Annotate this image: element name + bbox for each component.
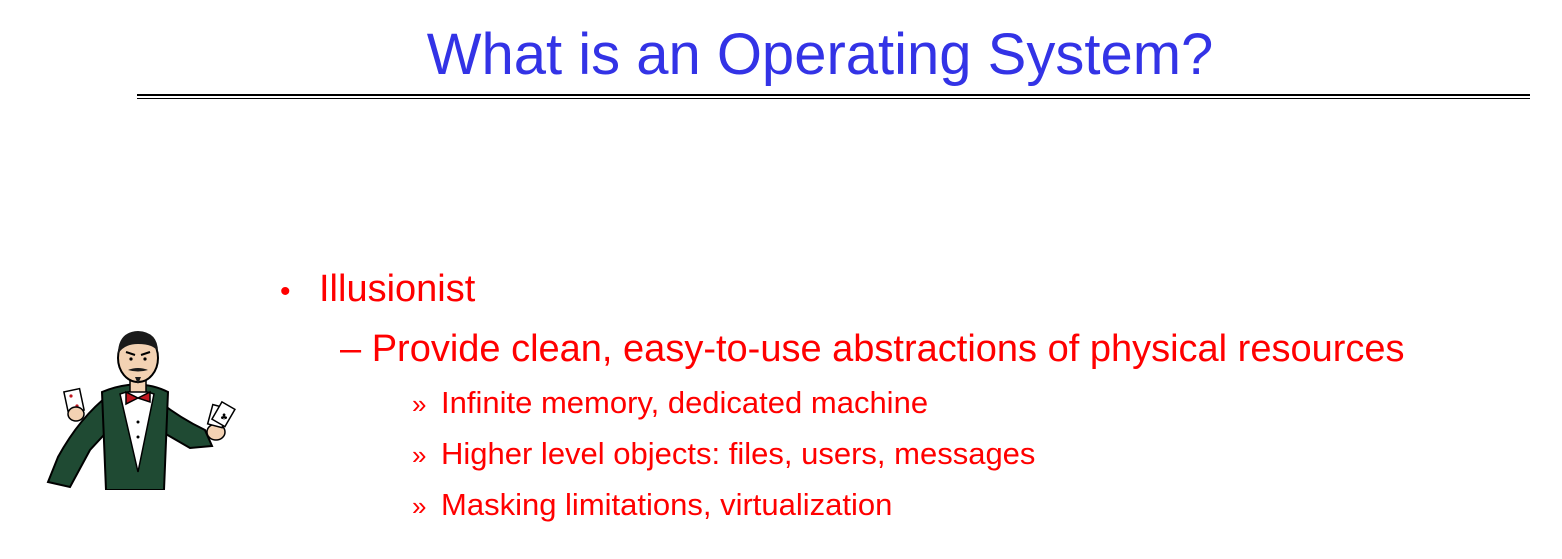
bullet-illusionist: • Illusionist [280, 263, 475, 318]
slide-title: What is an Operating System? [426, 22, 1214, 87]
bullet-marker: » [412, 491, 427, 521]
magician-with-cards-icon: ♣ [46, 331, 236, 490]
sub-bullet-abstractions: – Provide clean, easy-to-use abstraction… [340, 328, 1405, 370]
bullet-text: Masking limitations, virtualization [441, 487, 893, 522]
bullet-text: Higher level objects: files, users, mess… [441, 436, 1036, 471]
bullet-marker: » [412, 440, 427, 470]
svg-text:♣: ♣ [220, 413, 228, 423]
sub-sub-bullet: » Higher level objects: files, users, mes… [412, 432, 1035, 477]
bullet-text: Illusionist [319, 268, 476, 310]
bullet-marker: • [280, 275, 291, 308]
title-divider-top [137, 94, 1530, 96]
title-divider-bottom [137, 98, 1530, 99]
sub-sub-bullet: » Masking limitations, virtualization [412, 483, 892, 528]
sub-sub-bullet: » Infinite memory, dedicated machine [412, 381, 928, 426]
bullet-marker: » [412, 389, 427, 419]
bullet-text: Infinite memory, dedicated machine [441, 385, 929, 420]
